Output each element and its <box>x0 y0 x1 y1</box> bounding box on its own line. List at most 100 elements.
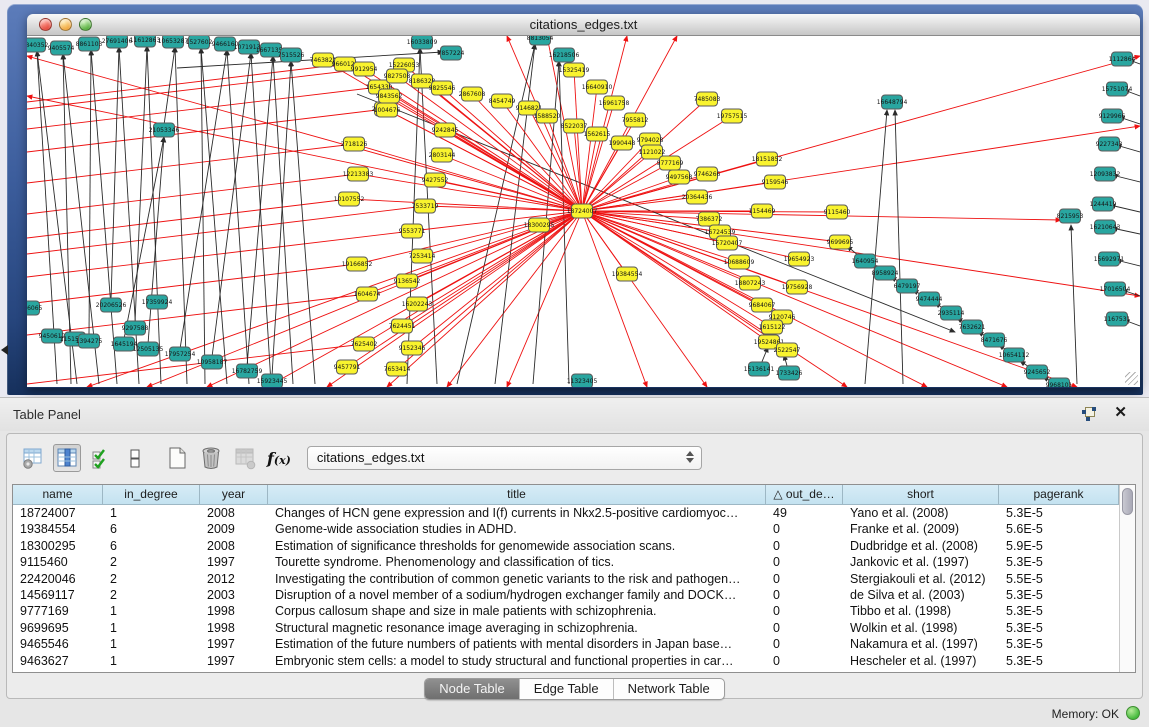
graph-node[interactable]: 11612863 <box>130 36 161 47</box>
graph-node[interactable]: 9699695 <box>827 235 854 249</box>
graph-node[interactable]: 1604674 <box>354 287 381 301</box>
graph-edge[interactable] <box>175 47 187 384</box>
graph-edge[interactable] <box>582 211 1007 387</box>
graph-edge[interactable] <box>111 47 119 300</box>
clear-selection-icon[interactable] <box>121 444 149 472</box>
graph-node[interactable]: 16033809 <box>407 36 438 49</box>
graph-node[interactable]: 1990448 <box>609 136 636 150</box>
zoom-window-icon[interactable] <box>79 18 92 31</box>
graph-edge[interactable] <box>291 61 315 384</box>
function-builder-icon[interactable]: f(x) <box>267 449 291 468</box>
scrollbar-thumb[interactable] <box>1122 488 1133 515</box>
graph-node[interactable]: 9115460 <box>824 205 851 219</box>
graph-node[interactable]: 19166852 <box>342 257 373 271</box>
graph-node[interactable]: 1562615 <box>584 127 611 141</box>
graph-node[interactable]: 7653414 <box>384 362 411 376</box>
graph-node[interactable]: 9405574 <box>48 41 75 55</box>
graph-node[interactable]: 16202243 <box>402 297 433 311</box>
graph-node[interactable]: 10688609 <box>724 255 755 269</box>
graph-node[interactable]: 27691406 <box>102 36 133 48</box>
graph-edge[interactable] <box>207 211 582 387</box>
column-header-pagerank[interactable]: pagerank <box>999 485 1119 505</box>
tab-node-table[interactable]: Node Table <box>425 679 519 699</box>
graph-node[interactable]: 7253414 <box>409 249 436 263</box>
graph-node[interactable]: 9777169 <box>657 156 684 170</box>
column-header-out_de[interactable]: △ out_de… <box>766 485 843 505</box>
table-row[interactable]: 1872400712008Changes of HCN gene express… <box>13 505 1119 521</box>
close-panel-icon[interactable]: ✕ <box>1114 404 1127 422</box>
graph-node[interactable]: 9553771 <box>399 224 426 238</box>
graph-edge[interactable] <box>27 56 582 211</box>
graph-node[interactable]: 1154469 <box>749 204 776 218</box>
graph-edge[interactable] <box>212 53 251 357</box>
graph-node[interactable]: 15692971 <box>1094 252 1125 266</box>
graph-node[interactable]: 19757515 <box>717 109 748 123</box>
graph-edge[interactable] <box>582 36 627 211</box>
graph-node[interactable]: 8813054 <box>527 36 554 45</box>
graph-node[interactable]: 10653287 <box>158 36 189 48</box>
graph-node[interactable]: 9242845 <box>432 123 459 137</box>
graph-node[interactable]: 15923445 <box>257 374 288 387</box>
graph-node[interactable]: 7386372 <box>696 212 723 226</box>
graph-node[interactable]: 7632621 <box>959 320 986 334</box>
graph-node[interactable]: 7955812 <box>622 113 649 127</box>
graph-node[interactable]: 9152346 <box>399 341 426 355</box>
graph-node[interactable]: 19654923 <box>784 252 815 266</box>
column-header-in_degree[interactable]: in_degree <box>103 485 200 505</box>
table-row[interactable]: 977716911998Corpus callosum shape and si… <box>13 603 1119 619</box>
graph-node[interactable]: 9136542 <box>394 274 421 288</box>
graph-node[interactable]: 8454749 <box>489 94 516 108</box>
table-row[interactable]: 2242004622012Investigating the contribut… <box>13 571 1119 587</box>
graph-node[interactable]: 15751074 <box>1102 82 1133 96</box>
graph-node[interactable]: 9129966 <box>1099 109 1126 123</box>
graph-node[interactable]: 9297588 <box>122 321 149 335</box>
graph-node[interactable]: 9159546 <box>762 175 789 189</box>
graph-node[interactable]: 8958924 <box>872 266 899 280</box>
table-row[interactable]: 911546021997Tourette syndrome. Phenomeno… <box>13 554 1119 570</box>
graph-node[interactable]: 1394275 <box>76 334 103 348</box>
column-header-title[interactable]: title <box>268 485 766 505</box>
graph-node[interactable]: 9497568 <box>666 170 693 184</box>
graph-node[interactable]: 18807243 <box>735 276 766 290</box>
graph-node[interactable]: 2935114 <box>938 306 965 320</box>
graph-edge[interactable] <box>180 50 227 349</box>
graph-node[interactable]: 18151852 <box>752 152 783 166</box>
graph-node[interactable]: 15325419 <box>559 63 590 77</box>
graph-edge[interactable] <box>412 211 582 348</box>
graph-node[interactable]: 10107552 <box>334 192 365 206</box>
table-row[interactable]: 946554611997Estimation of the future num… <box>13 636 1119 652</box>
graph-node[interactable]: 21053346 <box>149 123 180 137</box>
tab-edge-table[interactable]: Edge Table <box>519 679 613 699</box>
graph-node[interactable]: 9227343 <box>1096 137 1123 151</box>
delete-table-icon[interactable] <box>197 444 225 472</box>
graph-node[interactable]: 15720407 <box>712 236 743 250</box>
graph-node[interactable]: 19756928 <box>782 280 813 294</box>
tab-network-table[interactable]: Network Table <box>613 679 724 699</box>
graph-node[interactable]: 1840352 <box>27 38 49 52</box>
graph-node[interactable]: 16640910 <box>582 80 613 94</box>
graph-node[interactable]: 11323405 <box>567 374 598 387</box>
resize-grip-icon[interactable] <box>1125 372 1138 385</box>
graph-node[interactable]: 1588520 <box>534 109 561 123</box>
graph-node[interactable]: 16210643 <box>1090 220 1121 234</box>
graph-edge[interactable] <box>865 110 887 384</box>
column-settings-icon[interactable] <box>19 444 47 472</box>
graph-node[interactable]: 12213383 <box>343 167 374 181</box>
graph-edge[interactable] <box>27 87 379 129</box>
graph-node[interactable]: 17359924 <box>142 295 173 309</box>
graph-node[interactable]: 9474444 <box>916 292 943 306</box>
new-table-icon[interactable] <box>163 444 191 472</box>
graph-node[interactable]: 20364436 <box>682 190 713 204</box>
graph-node[interactable]: 7624451 <box>389 319 416 333</box>
graph-edge[interactable] <box>201 48 205 384</box>
graph-node[interactable]: 12093832 <box>1090 167 1121 181</box>
graph-edge[interactable] <box>89 50 91 336</box>
graph-node[interactable]: 9427552 <box>422 173 449 187</box>
graph-edge[interactable] <box>582 211 647 387</box>
graph-node[interactable]: 17957254 <box>165 347 196 361</box>
graph-node[interactable]: 2522547 <box>774 343 801 357</box>
network-canvas[interactable]: 7463822966012899129541654339234200498435… <box>27 36 1140 387</box>
graph-hub-node[interactable]: 18724007 <box>567 204 598 218</box>
network-window-titlebar[interactable]: citations_edges.txt <box>27 14 1140 36</box>
panel-collapse-arrow-icon[interactable] <box>1 345 8 355</box>
